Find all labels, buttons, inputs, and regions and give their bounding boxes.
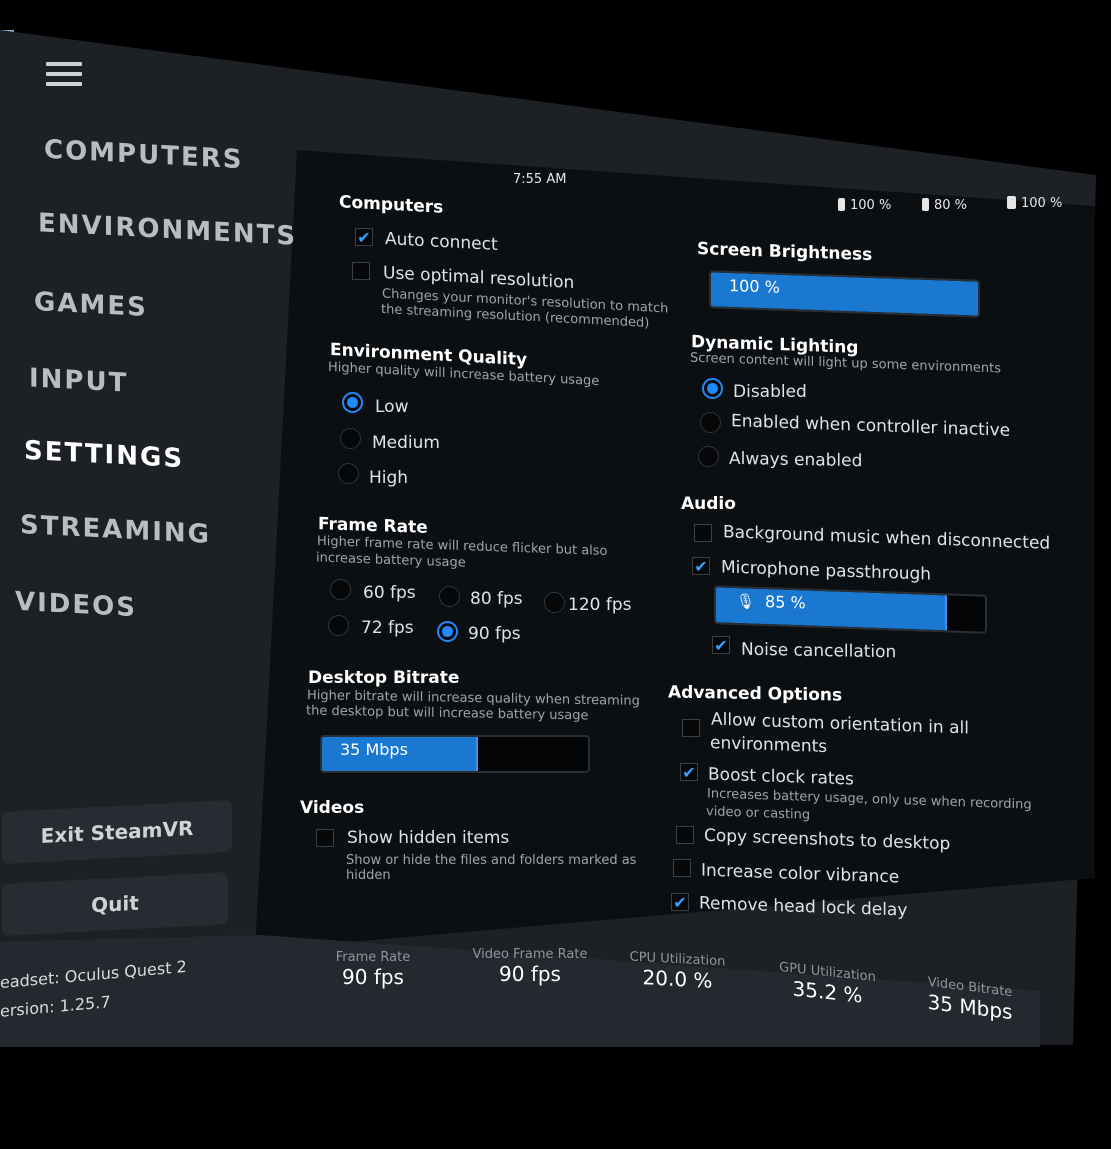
auto-connect-checkbox[interactable]: ✔ [355, 228, 373, 246]
stat-frame-rate: Frame Rate 90 fps [318, 950, 428, 989]
lighting-inactive-radio[interactable] [700, 412, 721, 433]
lighting-disabled-label: Disabled [733, 382, 807, 402]
battery-icon [1007, 196, 1016, 209]
quality-low-label: Low [375, 397, 409, 417]
fps-60-radio[interactable] [330, 579, 351, 600]
noise-cancellation-label: Noise cancellation [741, 639, 897, 663]
battery-controller-right: 80 % [922, 198, 967, 213]
stat-value: 90 fps [342, 965, 404, 989]
boost-clock-checkbox[interactable]: ✔ [680, 763, 698, 781]
fps-80-label: 80 fps [470, 589, 523, 609]
desktop-bitrate-value: 35 Mbps [340, 740, 408, 759]
stat-label: Frame Rate [335, 950, 411, 965]
optimal-resolution-checkbox[interactable] [352, 262, 370, 280]
battery-icon [838, 198, 845, 211]
battery-controller-left: 100 % [838, 198, 891, 213]
lighting-always-radio[interactable] [698, 446, 719, 467]
fps-80-radio[interactable] [439, 586, 460, 607]
desktop-bitrate-heading: Desktop Bitrate [308, 668, 460, 688]
fps-72-label: 72 fps [361, 618, 414, 638]
quality-high-label: High [369, 468, 409, 488]
battery-headset: 100 % [1007, 196, 1062, 211]
stat-label: Video Frame Rate [472, 947, 588, 962]
microphone-icon: 🎙 [736, 592, 756, 611]
nav-games[interactable]: GAMES [34, 287, 148, 323]
advanced-options-heading: Advanced Options [668, 682, 843, 706]
nav-input[interactable]: INPUT [29, 363, 128, 398]
show-hidden-desc-2: hidden [346, 868, 391, 883]
show-hidden-label: Show hidden items [347, 828, 510, 848]
quality-high-radio[interactable] [338, 463, 359, 484]
stat-cpu-utilization: CPU Utilization 20.0 % [610, 948, 745, 994]
lighting-always-label: Always enabled [729, 448, 863, 472]
stat-video-frame-rate: Video Frame Rate 90 fps [445, 947, 615, 986]
videos-heading: Videos [300, 798, 365, 818]
brightness-value: 100 % [729, 275, 780, 297]
copy-screenshots-checkbox[interactable] [676, 826, 694, 844]
quality-medium-label: Medium [372, 433, 440, 453]
battery-value: 100 % [850, 198, 892, 213]
nav-videos[interactable]: VIDEOS [15, 587, 137, 623]
fps-90-radio[interactable] [437, 621, 458, 642]
fps-72-radio[interactable] [328, 615, 349, 636]
fps-120-label: 120 fps [568, 595, 632, 615]
microphone-passthrough-checkbox[interactable]: ✔ [692, 557, 710, 575]
fps-120-radio[interactable] [544, 592, 565, 613]
audio-heading: Audio [681, 494, 736, 514]
background-music-checkbox[interactable] [694, 524, 712, 542]
noise-cancellation-checkbox[interactable]: ✔ [712, 636, 730, 654]
show-hidden-checkbox[interactable] [316, 829, 334, 847]
battery-value: 80 % [934, 198, 968, 213]
show-hidden-desc: Show or hide the files and folders marke… [346, 853, 637, 868]
microphone-level-value: 🎙 85 % [736, 591, 806, 612]
fps-90-label: 90 fps [468, 624, 521, 644]
quality-medium-radio[interactable] [340, 428, 361, 449]
clock: 7:55 AM [513, 172, 567, 187]
stat-value: 90 fps [499, 962, 561, 986]
battery-icon [922, 198, 929, 211]
hamburger-menu-icon[interactable] [46, 62, 82, 96]
custom-orientation-label-2: environments [710, 732, 828, 758]
head-lock-checkbox[interactable]: ✔ [671, 893, 689, 911]
color-vibrance-checkbox[interactable] [673, 859, 691, 877]
quality-low-radio[interactable] [342, 392, 363, 413]
fps-60-label: 60 fps [363, 583, 416, 603]
battery-value: 100 % [1021, 196, 1063, 211]
mic-level-text: 85 % [765, 592, 806, 613]
custom-orientation-checkbox[interactable] [682, 719, 700, 737]
lighting-disabled-radio[interactable] [702, 378, 723, 399]
desktop-bitrate-slider[interactable]: 35 Mbps [320, 735, 590, 773]
